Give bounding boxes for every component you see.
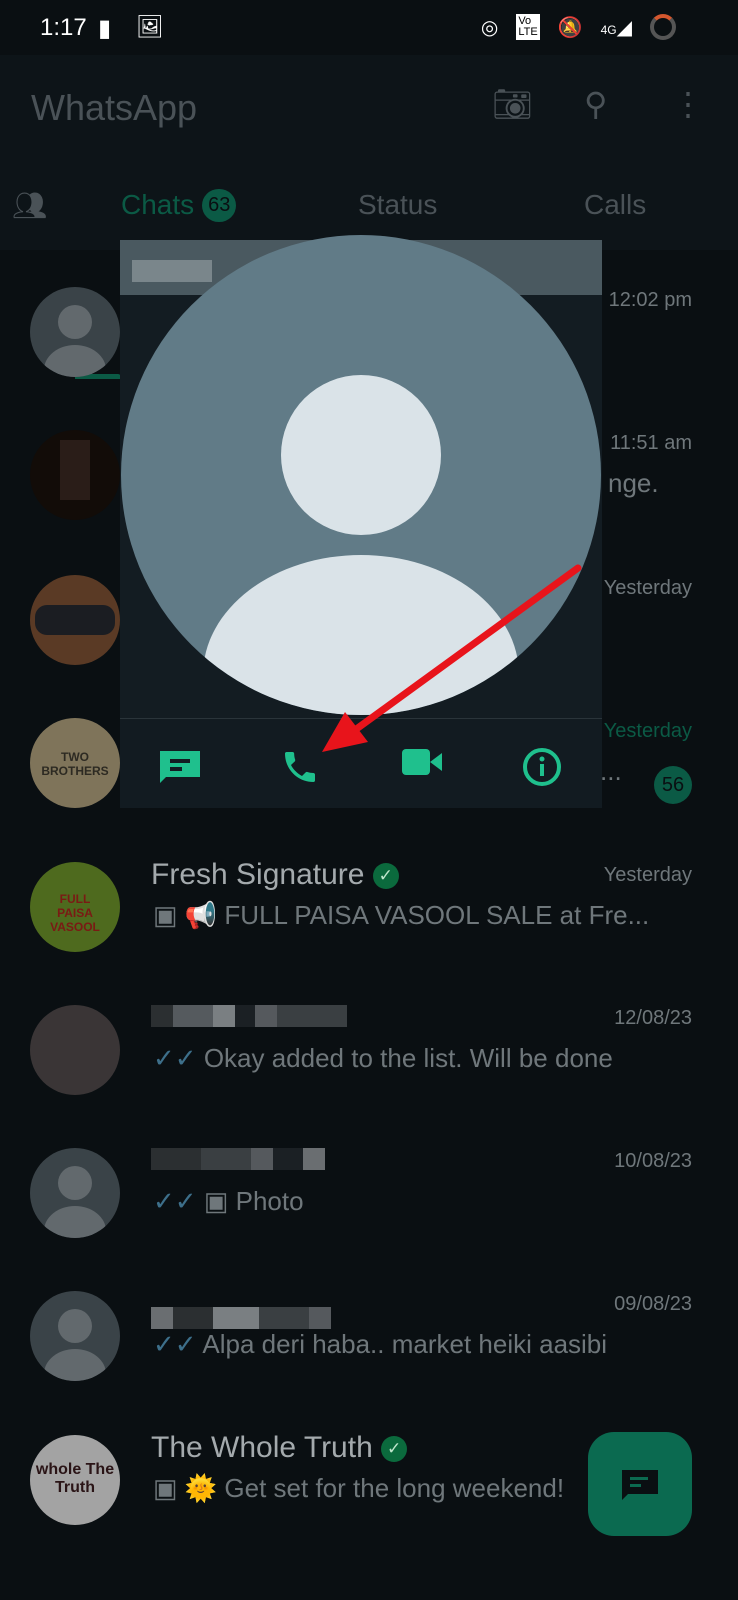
new-chat-icon bbox=[622, 1470, 658, 1500]
red-arrow-annotation bbox=[322, 564, 582, 752]
new-chat-button[interactable] bbox=[588, 1432, 692, 1536]
